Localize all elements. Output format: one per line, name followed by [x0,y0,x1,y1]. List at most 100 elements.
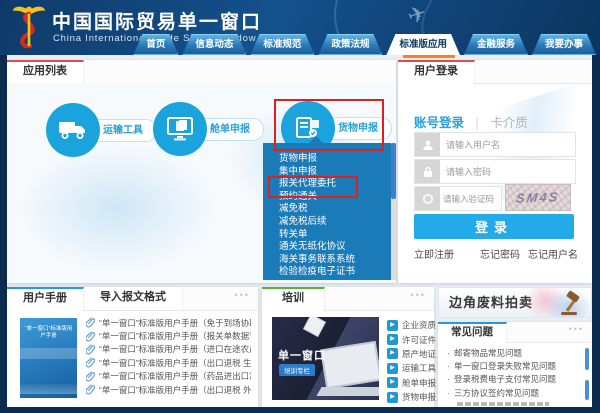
training-list: ▶企业资质 ▶许可证件 ▶原产地证 ▶运输工具 ▶舱单申报 ▶货物申报 [387,318,436,404]
play-icon: ▶ [387,377,398,388]
menu-item-customs-agency[interactable]: 报关代理委托 [263,178,391,191]
page: ✈ 中国国际贸易单一窗口 China International Trade S… [0,0,600,413]
login-links: 立即注册 忘记密码 忘记用户名 [414,246,578,261]
faq-scrollbar-thumb[interactable] [585,380,589,400]
tab-user-login[interactable]: 用户登录 [398,60,475,85]
nav-tab-policy[interactable]: 政策法规 [318,34,382,55]
manuals-more-button[interactable]: ••• [235,290,250,300]
login-button[interactable]: 登录 [414,214,574,239]
tab-account-login[interactable]: 账号登录 [414,116,464,130]
training-link[interactable]: ▶运输工具 [387,361,436,375]
nav-tab-news[interactable]: 信息动态 [182,34,246,55]
register-link[interactable]: 立即注册 [414,246,454,261]
dropdown-scrollbar-track[interactable] [391,143,396,280]
play-icon: ▶ [387,363,398,374]
faq-link[interactable]: ·单一窗口登录失败常见问题 [447,359,579,372]
tab-training[interactable]: 培训 [262,287,325,312]
menu-item-customs-contact[interactable]: 海关事务联系系统 [263,254,391,267]
active-tab-indicator [403,55,455,58]
forgot-password-link[interactable]: 忘记密码 [480,246,520,261]
tab-user-manual[interactable]: 用户手册 [7,287,84,312]
training-thumbnail[interactable]: 单一窗口 培训专栏 [272,317,379,400]
faq-panel: 常见问题 ••• ·邮寄物品常见问题 ·单一窗口登录失败常见问题 ·登录税费电子… [438,322,592,407]
thumbnail-cube-decoration [303,317,326,337]
menu-item-paperless[interactable]: 通关无纸化协议 [263,241,391,254]
manifest-app-icon[interactable] [153,102,207,156]
username-row [414,132,576,157]
manual-link[interactable]: “单一窗口”标准版用户手册（出口退税 外贸… [86,383,252,396]
paperclip-icon [86,384,95,395]
site-title: 中国国际贸易单一窗口 [52,7,262,34]
scrap-auction-banner[interactable]: 边角废料拍卖 [438,287,592,318]
training-link[interactable]: ▶货物申报 [387,390,436,404]
captcha-image[interactable]: SM4S [505,184,571,211]
dropdown-scrollbar-thumb[interactable] [391,143,396,199]
nav-tab-finance[interactable]: 金融服务 [464,34,528,55]
faq-link[interactable]: ·三方协议签约常见问题 [447,386,579,399]
training-link[interactable]: ▶舱单申报 [387,376,436,390]
book-cover-footer [20,384,77,394]
menu-item-tax-reduction-follow[interactable]: 减免税后续 [263,216,391,229]
training-more-button[interactable]: ••• [411,290,426,300]
training-link[interactable]: ▶许可证件 [387,332,436,346]
truck-icon [58,119,88,141]
user-icon [415,133,440,156]
customs-logo-icon [10,4,48,55]
forgot-username-link[interactable]: 忘记用户名 [528,246,578,261]
training-link[interactable]: ▶原产地证 [387,347,436,361]
tab-faq[interactable]: 常见问题 [438,322,507,344]
manual-link[interactable]: “单一窗口”标准版用户手册（进口在途农产品… [86,343,252,356]
menu-item-centralized-declare[interactable]: 集中申报 [263,166,391,179]
manual-link[interactable]: “单一窗口”标准版用户手册（出口退税 生产… [86,356,252,369]
login-header: 用户登录 [398,60,592,84]
manuals-list: “单一窗口”标准版用户手册（免于到场协助查… “单一窗口”标准版用户手册（报关单… [86,316,252,396]
faq-list: ·邮寄物品常见问题 ·单一窗口登录失败常见问题 ·登录税费电子支付常见问题 ·三… [447,346,579,406]
tab-import-format[interactable]: 导入报文格式 [84,287,183,310]
nav-tab-services[interactable]: 我要办事 [532,34,596,55]
play-icon: ▶ [387,320,398,331]
transport-app-icon[interactable] [46,103,100,157]
manual-link[interactable]: “单一窗口”标准版用户手册（报关单数据订阅… [86,329,252,342]
menu-item-tax-reduction[interactable]: 减免税 [263,203,391,216]
manuals-header: 用户手册 导入报文格式 ••• [7,287,258,311]
password-input[interactable] [440,160,575,183]
auction-banner-title: 边角废料拍卖 [449,288,533,317]
nav-tab-standards[interactable]: 标准规范 [250,34,314,55]
manual-link[interactable]: “单一窗口”标准版用户手册（免于到场协助查… [86,316,252,329]
tab-card-login[interactable]: 卡介质 [490,116,528,130]
tab-app-list[interactable]: 应用列表 [7,60,84,85]
username-input[interactable] [440,133,575,156]
gavel-icon [557,291,585,318]
map-watermark [17,143,217,273]
menu-item-appointment[interactable]: 预约通关 [263,191,391,204]
monitor-icon [167,117,193,141]
nav-tab-home[interactable]: 首页 [133,34,178,55]
faq-more-button[interactable]: ••• [569,324,584,334]
paperclip-icon [86,317,95,328]
faq-scrollbar-thumb[interactable] [585,348,589,370]
menu-item-transit[interactable]: 转关单 [263,229,391,242]
nav-tab-standard-app[interactable]: 标准版应用 [386,34,460,55]
login-tab-divider: | [476,116,479,130]
faq-link[interactable]: ·登录税费电子支付常见问题 [447,373,579,386]
menu-item-cargo-declare[interactable]: 货物申报 [263,153,391,166]
captcha-icon [415,187,440,210]
faq-clipped-row [447,402,579,406]
training-link[interactable]: ▶企业资质 [387,318,436,332]
laptop-screen-decoration [320,341,379,389]
training-header: 培训 ••• [262,287,434,311]
captcha-input[interactable] [440,187,501,210]
paperclip-icon [86,344,95,355]
play-icon: ▶ [387,392,398,403]
menu-item-inspection-cert[interactable]: 检验检疫电子证书 [263,266,391,279]
manual-book-cover[interactable]: “单一窗口”标准版用户手册 [20,318,77,398]
paperclip-icon [86,371,95,382]
lock-icon [415,160,440,183]
book-cover-band [20,348,77,359]
play-icon: ▶ [387,348,398,359]
book-cover-title: “单一窗口”标准版用户手册 [23,326,74,340]
login-panel: 用户登录 账号登录 | 卡介质 SM4S [398,60,592,283]
manual-link[interactable]: “单一窗口”标准版用户手册（药品进出口准许… [86,370,252,383]
faq-link[interactable]: ·邮寄物品常见问题 [447,346,579,359]
thumbnail-badge: 培训专栏 [279,364,315,376]
